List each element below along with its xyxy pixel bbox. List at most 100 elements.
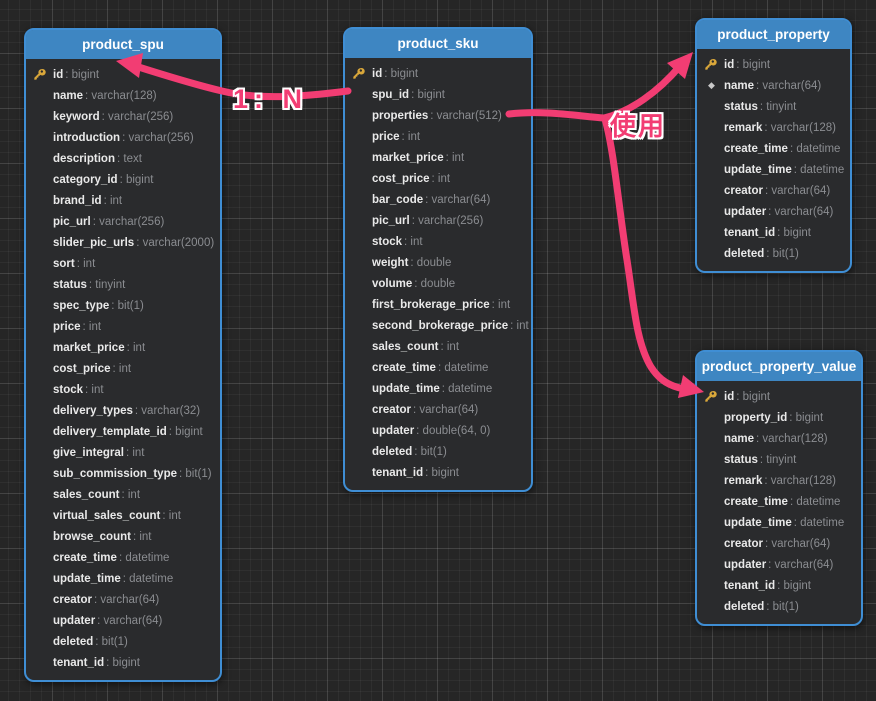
table-title-product_spu[interactable]: product_spu — [26, 30, 220, 59]
field-type: : datetime — [123, 573, 174, 585]
field-product_property_value-updater: updater: varchar(64) — [697, 554, 861, 575]
attribute-diamond-icon: ◆ — [708, 81, 715, 90]
field-name: creator — [53, 594, 92, 606]
field-name: spec_type — [53, 300, 109, 312]
field-type: : int — [121, 489, 140, 501]
field-product_property-id: id: bigint — [697, 54, 850, 75]
field-name: updater — [724, 206, 766, 218]
field-type: : bit(1) — [179, 468, 212, 480]
field-product_property-remark: remark: varchar(128) — [697, 117, 850, 138]
field-product_spu-pic_url: pic_url: varchar(256) — [26, 211, 220, 232]
field-name: sort — [53, 258, 75, 270]
field-name: brand_id — [53, 195, 102, 207]
field-name: tenant_id — [724, 580, 775, 592]
diagram-canvas[interactable]: product_spuid: bigintname: varchar(128)k… — [0, 0, 876, 701]
primary-key-icon — [33, 68, 46, 81]
field-type: : datetime — [790, 143, 841, 155]
field-type: : varchar(256) — [93, 216, 165, 228]
field-product_spu-slider_pic_urls: slider_pic_urls: varchar(2000) — [26, 232, 220, 253]
field-name: price — [372, 131, 400, 143]
table-fields-product_spu: id: bigintname: varchar(128)keyword: var… — [26, 59, 220, 680]
table-title-product_property_value[interactable]: product_property_value — [697, 352, 861, 381]
field-name: remark — [724, 122, 762, 134]
field-product_spu-give_integral: give_integral: int — [26, 442, 220, 463]
field-name: name — [724, 433, 754, 445]
field-product_property_value-remark: remark: varchar(128) — [697, 470, 861, 491]
table-title-product_property[interactable]: product_property — [697, 20, 850, 49]
field-product_sku-weight: weight: double — [345, 252, 531, 273]
field-type: : varchar(256) — [102, 111, 174, 123]
field-name: status — [724, 454, 758, 466]
field-name: update_time — [724, 164, 792, 176]
table-product_property_value[interactable]: product_property_valueid: bigintproperty… — [695, 350, 863, 626]
field-name: second_brokerage_price — [372, 320, 508, 332]
table-fields-product_property_value: id: bigintproperty_id: bigintname: varch… — [697, 381, 861, 624]
field-type: : int — [446, 152, 465, 164]
field-name: weight — [372, 257, 408, 269]
field-product_spu-tenant_id: tenant_id: bigint — [26, 652, 220, 673]
field-product_property-tenant_id: tenant_id: bigint — [697, 222, 850, 243]
field-product_spu-cost_price: cost_price: int — [26, 358, 220, 379]
field-product_property-update_time: update_time: datetime — [697, 159, 850, 180]
field-product_property-status: status: tinyint — [697, 96, 850, 117]
field-product_sku-price: price: int — [345, 126, 531, 147]
field-name: delivery_template_id — [53, 426, 167, 438]
table-product_property[interactable]: product_property id: bigint ◆ name: varchar… — [695, 18, 852, 273]
field-name: market_price — [372, 152, 444, 164]
field-product_sku-deleted: deleted: bit(1) — [345, 441, 531, 462]
field-name: spu_id — [372, 89, 409, 101]
table-fields-product_sku: id: bigintspu_id: bigintproperties: varc… — [345, 58, 531, 490]
field-type: : bigint — [736, 391, 770, 403]
field-type: : varchar(64) — [756, 80, 821, 92]
field-name: update_time — [372, 383, 440, 395]
field-name: name — [53, 90, 83, 102]
table-title-product_sku[interactable]: product_sku — [345, 29, 531, 58]
field-name: sales_count — [372, 341, 438, 353]
field-name: creator — [724, 538, 763, 550]
field-product_sku-create_time: create_time: datetime — [345, 357, 531, 378]
field-name: slider_pic_urls — [53, 237, 134, 249]
field-name: name — [724, 80, 754, 92]
field-type: : int — [77, 258, 96, 270]
field-name: updater — [53, 615, 95, 627]
field-name: browse_count — [53, 531, 131, 543]
field-product_sku-bar_code: bar_code: varchar(64) — [345, 189, 531, 210]
field-type: : int — [133, 531, 152, 543]
field-name: id — [53, 69, 63, 81]
field-type: : varchar(64) — [768, 559, 833, 571]
field-name: description — [53, 153, 115, 165]
field-type: : bit(1) — [111, 300, 144, 312]
field-type: : int — [510, 320, 529, 332]
relation-arrow-to-property — [604, 66, 680, 118]
field-type: : varchar(2000) — [136, 237, 214, 249]
field-type: : bit(1) — [766, 601, 799, 613]
field-product_spu-price: price: int — [26, 316, 220, 337]
table-product_sku[interactable]: product_skuid: bigintspu_id: bigintprope… — [343, 27, 533, 492]
field-type: : varchar(128) — [764, 475, 836, 487]
field-product_spu-spec_type: spec_type: bit(1) — [26, 295, 220, 316]
field-product_spu-name: name: varchar(128) — [26, 85, 220, 106]
field-type: : varchar(64) — [94, 594, 159, 606]
field-product_spu-virtual_sales_count: virtual_sales_count: int — [26, 505, 220, 526]
field-name: sub_commission_type — [53, 468, 177, 480]
field-name: status — [53, 279, 87, 291]
relation-label-one-to-n: 1: N — [233, 84, 308, 115]
field-product_spu-sub_commission_type: sub_commission_type: bit(1) — [26, 463, 220, 484]
field-product_property-name: ◆ name: varchar(64) — [697, 75, 850, 96]
field-product_spu-id: id: bigint — [26, 64, 220, 85]
field-name: keyword — [53, 111, 100, 123]
field-name: create_time — [372, 362, 436, 374]
field-type: : varchar(64) — [413, 404, 478, 416]
field-type: : bit(1) — [414, 446, 447, 458]
field-name: market_price — [53, 342, 125, 354]
field-product_sku-cost_price: cost_price: int — [345, 168, 531, 189]
field-name: delivery_types — [53, 405, 133, 417]
field-type: : double — [414, 278, 455, 290]
field-name: stock — [53, 384, 83, 396]
table-product_spu[interactable]: product_spu id: bigintname: varchar(128) k… — [24, 28, 222, 682]
field-type: : bigint — [777, 227, 811, 239]
field-name: tenant_id — [372, 467, 423, 479]
field-product_spu-brand_id: brand_id: int — [26, 190, 220, 211]
field-name: creator — [372, 404, 411, 416]
field-type: : bigint — [384, 68, 418, 80]
